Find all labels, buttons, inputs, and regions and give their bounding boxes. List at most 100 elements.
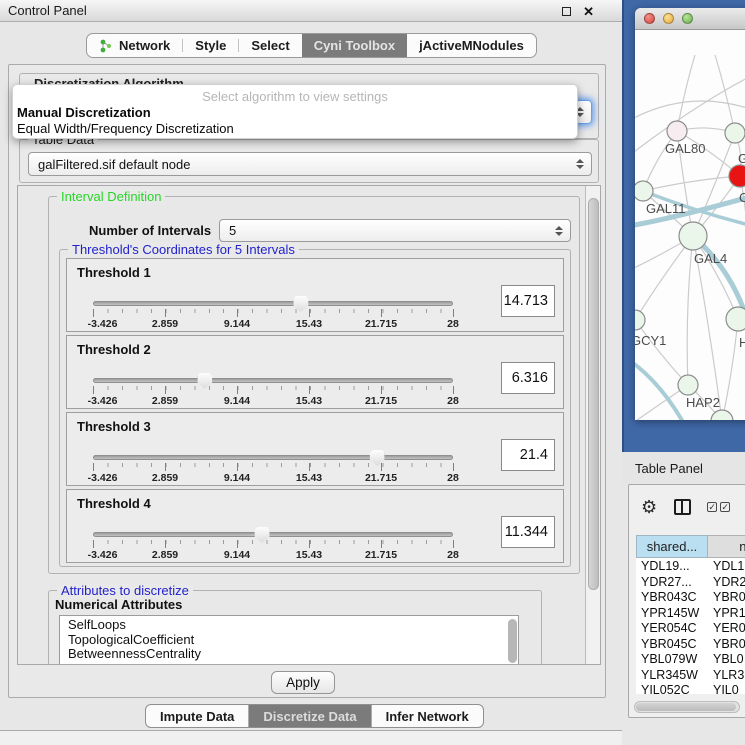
tab-style[interactable]: Style [183, 34, 238, 57]
menu-item-manual-discretization[interactable]: Manual Discretization [17, 105, 151, 120]
tick-labels: -3.4262.8599.14415.4321.71528 [93, 472, 453, 483]
network-node[interactable] [635, 181, 653, 201]
checkbox-icon[interactable]: ✓ [720, 502, 730, 512]
tick-label: 28 [447, 395, 459, 407]
attribute-list-item[interactable]: TopologicalCoefficient [60, 633, 518, 648]
slider-track[interactable] [93, 301, 453, 306]
table-row[interactable]: YBR043CYBR0 [636, 589, 745, 605]
table-row[interactable]: YBL079WYBL0 [636, 651, 745, 667]
table-row[interactable]: YLR345WYLR3 [636, 667, 745, 683]
scrollbar-thumb[interactable] [508, 619, 517, 663]
threshold-slider[interactable]: -3.4262.8599.14415.4321.71528 [93, 372, 453, 406]
major-tick [93, 386, 94, 394]
cyni-toolbox-panel: Discretization Algorithm Table Data galF… [8, 64, 606, 698]
cell-name: YBL0 [708, 651, 745, 667]
slider-track[interactable] [93, 532, 453, 537]
slider-track[interactable] [93, 378, 453, 383]
threshold-value-field[interactable]: 21.4 [501, 439, 555, 471]
gear-icon[interactable]: ⚙ [641, 498, 657, 516]
threshold-slider[interactable]: -3.4262.8599.14415.4321.71528 [93, 526, 453, 560]
network-node[interactable] [678, 375, 698, 395]
tab-jactivemnodules[interactable]: jActiveMNodules [407, 34, 536, 57]
table-row[interactable]: YIL052CYIL0 [636, 682, 745, 694]
status-strip [0, 731, 622, 745]
numerical-attributes-list[interactable]: SelfLoopsTopologicalCoefficientBetweenne… [59, 615, 519, 665]
tab-infer-network[interactable]: Infer Network [372, 705, 483, 727]
threshold-slider[interactable]: -3.4262.8599.14415.4321.71528 [93, 449, 453, 483]
network-window[interactable]: GAL80GACGAL11GAL4GCY1HHAP2 [635, 8, 745, 420]
column-header-shared-name[interactable]: shared... [636, 535, 708, 558]
table-data-group: Table Data galFiltered.sif default node [19, 139, 599, 183]
close-traffic-light-icon[interactable] [644, 13, 655, 24]
table-row[interactable]: YPR145WYPR1 [636, 605, 745, 621]
menu-item-equal-width-frequency[interactable]: Equal Width/Frequency Discretization [17, 121, 234, 136]
threshold-panel: Threshold 3-3.4262.8599.14415.4321.71528… [66, 412, 564, 486]
major-tick [309, 309, 310, 317]
table-panel-title: Table Panel [635, 461, 703, 476]
tick-labels: -3.4262.8599.14415.4321.71528 [93, 549, 453, 560]
tick-label: 9.144 [224, 472, 250, 484]
tick-label: -3.426 [88, 318, 118, 330]
network-canvas[interactable]: GAL80GACGAL11GAL4GCY1HHAP2 [635, 30, 745, 420]
node-label: GA [738, 151, 745, 166]
tick-label: 21.715 [365, 318, 397, 330]
network-node[interactable] [679, 222, 707, 250]
table-panel-header: Table Panel [622, 452, 745, 484]
tab-network[interactable]: Network [87, 34, 182, 57]
cell-name: YER0 [708, 620, 745, 636]
float-window-icon[interactable] [562, 7, 571, 16]
threshold-value-field[interactable]: 14.713 [501, 285, 555, 317]
tab-impute-data[interactable]: Impute Data [146, 705, 249, 727]
table-row[interactable]: YBR045CYBR0 [636, 636, 745, 652]
threshold-label: Threshold 4 [77, 496, 151, 511]
column-header-name[interactable]: na [708, 535, 745, 558]
threshold-value-field[interactable]: 6.316 [501, 362, 555, 394]
table-row[interactable]: YDL19...YDL1 [636, 558, 745, 574]
attribute-list-item[interactable]: SelfLoops [60, 618, 518, 633]
apply-button[interactable]: Apply [271, 671, 335, 694]
network-node[interactable] [726, 307, 745, 331]
tab-discretize-data[interactable]: Discretize Data [249, 705, 371, 727]
table-row[interactable]: YER054CYER0 [636, 620, 745, 636]
major-tick [381, 386, 382, 394]
table-data-combo[interactable]: galFiltered.sif default node [28, 152, 592, 176]
split-columns-icon[interactable] [674, 499, 691, 515]
close-icon[interactable]: ✕ [583, 5, 594, 18]
table-panel: ⚙ ✓ ✓ shared... na YDL19...YDL1YDR27...Y… [628, 484, 745, 718]
checkbox-icon[interactable]: ✓ [707, 502, 717, 512]
tick-label: 2.859 [152, 549, 178, 561]
network-node[interactable] [729, 165, 745, 187]
network-node[interactable] [635, 310, 645, 330]
major-tick [237, 309, 238, 317]
major-tick [165, 386, 166, 394]
control-panel-title: Control Panel [8, 3, 87, 18]
tick-label: 21.715 [365, 395, 397, 407]
algorithm-placeholder: Select algorithm to view settings [13, 89, 577, 104]
major-tick [165, 309, 166, 317]
table-data-combo-value: galFiltered.sif default node [38, 157, 190, 172]
network-node[interactable] [725, 123, 745, 143]
scrollbar-thumb[interactable] [588, 198, 599, 590]
tab-cyni-toolbox[interactable]: Cyni Toolbox [302, 34, 407, 57]
cell-name: YBR0 [708, 589, 745, 605]
network-node[interactable] [667, 121, 687, 141]
scrollbar-thumb[interactable] [636, 703, 736, 711]
tick-label: 2.859 [152, 395, 178, 407]
settings-vertical-scrollbar[interactable] [585, 186, 600, 664]
tab-select[interactable]: Select [239, 34, 301, 57]
tick-label: -3.426 [88, 395, 118, 407]
table-row[interactable]: YDR27...YDR2 [636, 574, 745, 590]
zoom-traffic-light-icon[interactable] [682, 13, 693, 24]
threshold-slider[interactable]: -3.4262.8599.14415.4321.71528 [93, 295, 453, 329]
network-icon [99, 39, 113, 53]
major-tick [165, 540, 166, 548]
table-header-row: shared... na [636, 535, 745, 558]
attributes-list-scrollbar[interactable] [508, 619, 517, 665]
attribute-list-item[interactable]: BetweennessCentrality [60, 647, 518, 662]
slider-track[interactable] [93, 455, 453, 460]
table-horizontal-scrollbar[interactable] [634, 701, 740, 713]
tick-label: 15.43 [296, 472, 322, 484]
number-of-intervals-combo[interactable]: 5 [219, 219, 571, 242]
threshold-value-field[interactable]: 11.344 [501, 516, 555, 548]
minimize-traffic-light-icon[interactable] [663, 13, 674, 24]
